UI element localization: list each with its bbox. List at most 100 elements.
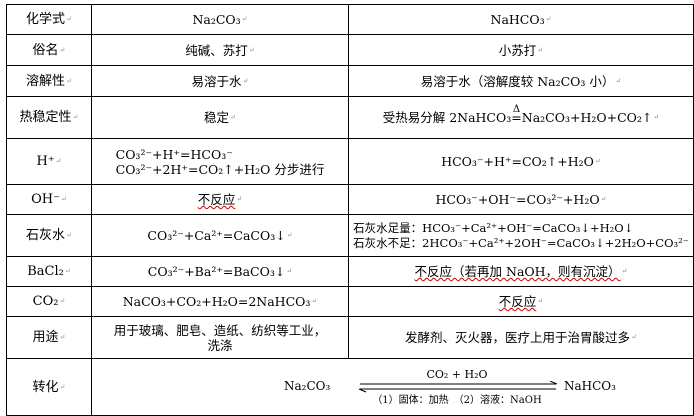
decomposition-products: Na₂CO₃+H₂O+CO₂↑ [521,110,653,125]
paragraph-mark: ↵ [311,297,318,305]
na2co3-cell: CO₃²⁻+Ba²⁺=BaCO₃↓↵ [91,256,349,287]
cell-text: 易溶于水 [191,73,242,89]
paragraph-mark: ↵ [230,113,236,121]
cell-text: HCO₃⁻+H⁺=CO₂↑+H₂O [441,154,594,169]
nahco3-cell: 易溶于水（溶解度较 Na₂CO₃ 小）↵ [348,65,694,97]
double-arrow-icon [358,381,558,393]
row-label: CO₂ [32,294,59,309]
cell-text: 不反应 [197,192,236,207]
row-label: BaCl₂ [27,264,64,279]
nahco3-cell: HCO₃⁻+H⁺=CO₂↑+H₂O↵ [348,138,694,185]
paragraph-mark: ↵ [66,76,72,85]
cell-text: NaCO₃+CO₂+H₂O=2NaHCO₃ [122,294,311,309]
nahco3-cell: 小苏打↵ [348,34,694,66]
paragraph-mark: ↵ [59,382,66,391]
nahco3-cell: NaHCO₃↵ [348,4,694,35]
decomposition-prefix: 受热易分解 2NaHCO₃ [382,110,512,125]
na2co3-cell: NaCO₃+CO₂+H₂O=2NaHCO₃↵ [91,286,349,317]
paragraph-mark: ↵ [241,15,248,23]
paragraph-mark: ↵ [631,333,637,341]
paragraph-mark: ↵ [537,45,544,54]
paragraph-mark: ↵ [286,231,293,239]
nahco3-cell: 不反应↵ [348,286,694,317]
cell-text: 用于玻璃、肥皂、造纸、纺织等工业，洗涤 [113,322,327,353]
paragraph-mark: ↵ [64,267,71,275]
paragraph-mark: ↵ [55,157,62,165]
comparison-table: 化学式↵ Na₂CO₃↵ NaHCO₃↵ 俗名↵ 纯碱、苏打↵ 小苏打↵ 溶解性… [6,4,694,416]
paragraph-mark: ↵ [59,45,66,54]
cell-text: CO₃²⁻+Ba²⁺=BaCO₃↓ [147,264,286,279]
equation-lines: 石灰水足量：HCO₃⁻+Ca²⁺+OH⁻=CaCO₃↓+H₂O↓ 石灰水不足：2H… [353,221,689,251]
nahco3-cell: 不反应（若再加 NaOH，则有沉淀）↵ [348,256,694,287]
paragraph-mark: ↵ [72,113,79,121]
paragraph-mark: ↵ [248,45,255,54]
paragraph-mark: ↵ [621,267,628,275]
cell-text: 纯碱、苏打 [185,42,248,58]
row-label-cell: 用途↵ [6,316,92,359]
na2co3-cell: 纯碱、苏打↵ [91,34,349,66]
paragraph-mark: ↵ [60,195,67,203]
na2co3-cell: 易溶于水↵ [91,65,349,97]
cell-text: 稳定 [204,110,230,125]
nahco3-cell: 受热易分解 2NaHCO₃ Δ =Na₂CO₃+H₂O+CO₂↑↵ [348,96,694,139]
row-label: 转化 [32,379,59,395]
table-row: 转化↵ Na₂CO₃ CO₂ + H₂O （1）固体：加热 （2）溶液：NaOH… [6,358,694,416]
table-row: 用途↵ 用于玻璃、肥皂、造纸、纺织等工业，洗涤 发酵剂、灭火器，医疗上用于治胃酸… [6,316,694,359]
na2co3-cell: 用于玻璃、肥皂、造纸、纺织等工业，洗涤 [91,316,349,359]
delta-symbol: Δ [512,104,521,115]
cell-text: 发酵剂、灭火器，医疗上用于治胃酸过多 [405,330,631,345]
cell-text: 不反应 [498,294,537,309]
cell-text: 小苏打 [498,42,537,58]
row-label-cell: 热稳定性↵ [6,96,92,139]
cell-text: HCO₃⁻+OH⁻=CO₃²⁻+H₂O [435,192,600,207]
conversion-diagram: Na₂CO₃ CO₂ + H₂O （1）固体：加热 （2）溶液：NaOH NaH… [93,360,693,415]
nahco3-cell: 发酵剂、灭火器，医疗上用于治胃酸过多↵ [348,316,694,359]
row-label: 俗名 [32,42,59,58]
paragraph-mark: ↵ [600,195,607,203]
conversion-condition-top: CO₂ + H₂O [426,368,488,381]
na2co3-cell: CO₃²⁻+H⁺=HCO₃⁻ CO₃²⁻+2H⁺=CO₂↑+H₂O 分步进行 [91,138,349,185]
paragraph-mark: ↵ [59,333,66,341]
conversion-condition-bottom: （1）固体：加热 （2）溶液：NaOH [372,395,542,406]
table-row: 石灰水↵ CO₃²⁻+Ca²⁺=CaCO₃↓↵ 石灰水足量：HCO₃⁻+Ca²⁺… [6,214,694,257]
paragraph-mark: ↵ [66,15,72,23]
paragraph-mark: ↵ [653,113,660,121]
equation-line-1: 石灰水足量：HCO₃⁻+Ca²⁺+OH⁻=CaCO₃↓+H₂O↓ [353,220,634,235]
row-label-cell: 石灰水↵ [6,214,92,257]
heating-sign: Δ = [511,104,522,125]
row-label-cell: 俗名↵ [6,34,92,66]
table-row: 化学式↵ Na₂CO₃↵ NaHCO₃↵ [6,4,694,35]
equation-line-1: CO₃²⁻+H⁺=HCO₃⁻ [115,146,233,162]
row-label-cell: H⁺↵ [6,138,92,185]
na2co3-cell: 稳定↵ [91,96,349,139]
na2co3-cell: Na₂CO₃↵ [91,4,349,35]
cell-text: 不反应（若再加 NaOH，则有沉淀） [414,264,621,279]
equation-lines: CO₃²⁻+H⁺=HCO₃⁻ CO₃²⁻+2H⁺=CO₂↑+H₂O 分步进行 [116,147,325,177]
conversion-right-formula: NaHCO₃ [564,379,616,393]
nahco3-cell: HCO₃⁻+OH⁻=CO₃²⁻+H₂O↵ [348,184,694,215]
row-label-cell: OH⁻↵ [6,184,92,215]
row-label: 化学式 [26,12,66,27]
paragraph-mark: ↵ [537,297,544,305]
table-row: 溶解性↵ 易溶于水↵ 易溶于水（溶解度较 Na₂CO₃ 小）↵ [6,65,694,97]
na2co3-cell: 不反应↵ [91,184,349,215]
cell-text: Na₂CO₃ [192,12,241,27]
row-label-cell: 化学式↵ [6,4,92,35]
table-row: 热稳定性↵ 稳定↵ 受热易分解 2NaHCO₃ Δ =Na₂CO₃+H₂O+CO₂↑… [6,96,694,139]
cell-text: CO₃²⁻+Ca²⁺=CaCO₃↓ [147,228,286,243]
conversion-cell: Na₂CO₃ CO₂ + H₂O （1）固体：加热 （2）溶液：NaOH NaH… [91,358,694,416]
row-label: 溶解性 [26,73,66,89]
equation-line-2: CO₃²⁻+2H⁺=CO₂↑+H₂O 分步进行 [115,161,325,177]
row-label-cell: CO₂↵ [6,286,92,317]
paragraph-mark: ↵ [236,195,243,203]
cell-text: NaHCO₃ [490,12,545,27]
row-label-cell: BaCl₂↵ [6,256,92,287]
table-row: 俗名↵ 纯碱、苏打↵ 小苏打↵ [6,34,694,66]
row-label: 用途 [32,330,59,345]
paragraph-mark: ↵ [615,76,622,85]
na2co3-cell: CO₃²⁻+Ca²⁺=CaCO₃↓↵ [91,214,349,257]
row-label-cell: 溶解性↵ [6,65,92,97]
conversion-left-formula: Na₂CO₃ [284,379,331,393]
cell-text: 易溶于水（溶解度较 Na₂CO₃ 小） [420,73,615,89]
row-label: OH⁻ [31,192,60,207]
